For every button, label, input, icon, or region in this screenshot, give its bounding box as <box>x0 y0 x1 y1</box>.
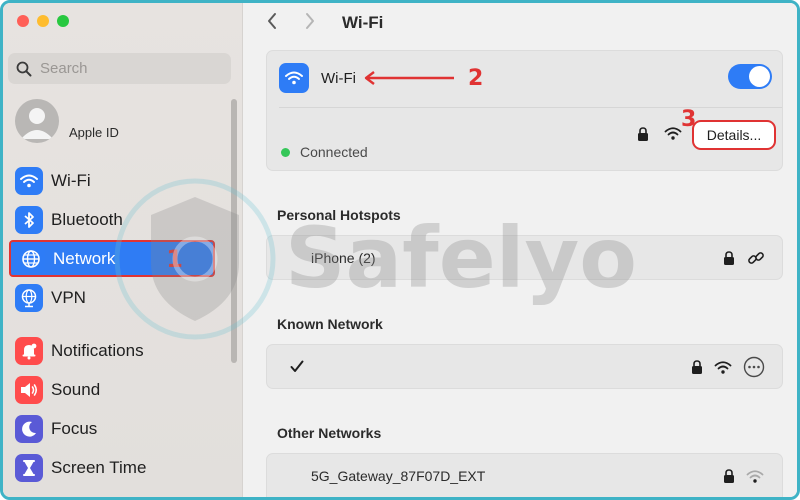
sidebar-item-label: Bluetooth <box>51 210 123 229</box>
ellipsis-circle-icon <box>743 356 765 378</box>
sidebar-item-label: Sound <box>51 380 101 399</box>
bell-icon <box>15 337 43 365</box>
sidebar-scrollbar[interactable] <box>231 99 237 363</box>
search-icon <box>16 61 32 76</box>
section-title-other-networks: Other Networks <box>277 425 382 441</box>
divider <box>279 107 782 108</box>
speaker-icon <box>15 376 43 404</box>
connection-status: Connected <box>281 144 368 160</box>
vpn-globe-icon <box>15 284 43 312</box>
sidebar-item-label: Screen Time <box>51 458 147 477</box>
section-title-known-network: Known Network <box>277 316 383 332</box>
lock-icon <box>724 251 734 265</box>
status-dot-icon <box>281 147 290 157</box>
sidebar-item-label: VPN <box>51 288 86 307</box>
wifi-card: Wi-Fi 2 3 Details... Connected <box>266 50 783 171</box>
main-panel: Wi-Fi Wi-Fi 2 3 Details... Connected Per… <box>244 3 797 497</box>
sidebar: Search Apple ID Wi-Fi Bluetooth Network … <box>3 3 243 497</box>
minimize-window-button[interactable] <box>37 15 49 27</box>
annotation-number-2: 2 <box>467 65 484 91</box>
traffic-lights <box>17 15 69 27</box>
wifi-signal-weak-icon <box>746 470 764 483</box>
chevron-left-icon <box>268 13 276 29</box>
wifi-toggle[interactable] <box>728 64 772 89</box>
hourglass-icon <box>15 454 43 482</box>
toolbar: Wi-Fi <box>244 3 797 43</box>
wifi-signal-icon <box>714 361 732 374</box>
details-label: Details... <box>706 127 762 143</box>
lock-icon <box>724 469 734 483</box>
bluetooth-icon <box>15 206 43 234</box>
toggle-knob <box>749 66 770 87</box>
moon-icon <box>15 415 43 443</box>
sidebar-item-label: Focus <box>51 419 98 438</box>
close-window-button[interactable] <box>17 15 29 27</box>
section-title-personal-hotspots: Personal Hotspots <box>277 207 401 223</box>
checkmark-icon <box>290 360 304 372</box>
more-options-button[interactable] <box>743 356 765 383</box>
wifi-icon <box>279 63 309 93</box>
search-input[interactable]: Search <box>8 53 231 84</box>
sidebar-item-focus[interactable]: Focus <box>9 411 215 447</box>
hotspot-name: iPhone (2) <box>311 250 376 266</box>
sidebar-item-sound[interactable]: Sound <box>9 372 215 408</box>
other-network-row[interactable]: 5G_Gateway_87F07D_EXT <box>266 453 783 497</box>
status-text: Connected <box>300 144 368 160</box>
zoom-window-button[interactable] <box>57 15 69 27</box>
annotation-arrow-icon <box>364 71 454 85</box>
avatar <box>15 99 59 143</box>
sidebar-item-label: Wi-Fi <box>51 171 91 190</box>
details-button[interactable]: Details... <box>692 120 776 150</box>
window-frame: Search Apple ID Wi-Fi Bluetooth Network … <box>0 0 800 500</box>
sidebar-item-bluetooth[interactable]: Bluetooth <box>9 202 215 238</box>
sidebar-item-wifi[interactable]: Wi-Fi <box>9 163 215 199</box>
wifi-header: Wi-Fi 2 <box>279 63 483 93</box>
sidebar-item-notifications[interactable]: Notifications <box>9 333 215 369</box>
hotspot-row[interactable]: iPhone (2) <box>266 235 783 280</box>
globe-icon <box>17 244 45 273</box>
lock-icon <box>638 127 648 141</box>
search-placeholder: Search <box>40 60 88 77</box>
back-button[interactable] <box>266 10 278 36</box>
wifi-name: Wi-Fi <box>321 69 356 87</box>
sidebar-item-network[interactable]: Network 1 <box>9 240 215 277</box>
apple-id-item[interactable]: Apple ID <box>15 99 119 143</box>
wifi-signal-icon <box>664 127 682 140</box>
sidebar-item-label: Network <box>53 248 116 268</box>
sidebar-item-screen-time[interactable]: Screen Time <box>9 450 215 486</box>
wifi-icon <box>15 167 43 195</box>
annotation-number-1: 1 <box>166 245 183 273</box>
known-network-row[interactable] <box>266 344 783 389</box>
person-icon <box>21 108 53 139</box>
forward-button[interactable] <box>304 10 316 36</box>
link-icon <box>748 252 764 264</box>
page-title: Wi-Fi <box>342 13 384 32</box>
sidebar-item-vpn[interactable]: VPN <box>9 280 215 316</box>
lock-icon <box>692 360 702 374</box>
apple-id-label: Apple ID <box>69 124 119 140</box>
chevron-right-icon <box>306 13 314 29</box>
other-network-name: 5G_Gateway_87F07D_EXT <box>311 468 486 484</box>
sidebar-item-label: Notifications <box>51 341 144 360</box>
